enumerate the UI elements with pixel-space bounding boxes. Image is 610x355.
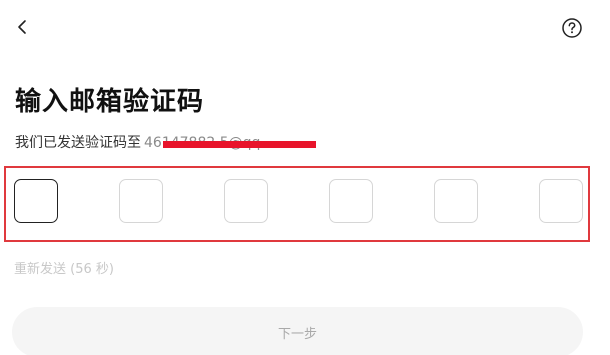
code-digit-input-6[interactable] (539, 179, 583, 223)
back-button[interactable] (8, 12, 36, 42)
next-step-label: 下一步 (277, 326, 317, 342)
page-title: 输入邮箱验证码 (15, 87, 205, 117)
code-digit-input-1[interactable] (14, 179, 58, 223)
code-digit-input-3[interactable] (224, 179, 268, 223)
help-button[interactable] (561, 17, 583, 39)
next-step-button[interactable]: 下一步 (12, 307, 583, 355)
email-redaction-bar (163, 141, 316, 148)
chevron-left-icon (18, 20, 26, 34)
question-circle-icon (562, 18, 582, 38)
code-digit-input-4[interactable] (329, 179, 373, 223)
code-digit-input-5[interactable] (434, 179, 478, 223)
resend-countdown-link[interactable]: 重新发送 (56 秒) (14, 260, 114, 280)
code-input-highlight-frame (4, 166, 590, 242)
sent-to-label: 我们已发送验证码至 (15, 135, 141, 151)
email-verification-screen: 输入邮箱验证码 我们已发送验证码至46147882 5@qq 重新发送 (56 … (0, 0, 610, 355)
code-digit-input-2[interactable] (119, 179, 163, 223)
